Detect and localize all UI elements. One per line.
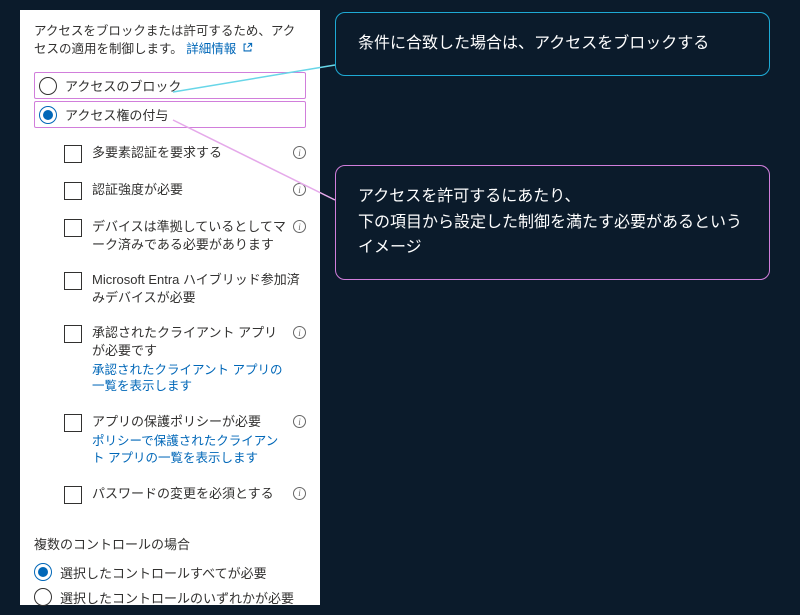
check-label: アプリの保護ポリシーが必要 bbox=[92, 414, 261, 429]
checkbox-icon bbox=[64, 219, 82, 237]
callout-block-text: 条件に合致した場合は、アクセスをブロックする bbox=[358, 31, 747, 57]
protection-policy-link[interactable]: ポリシーで保護されたクライアント アプリの一覧を表示します bbox=[92, 433, 287, 467]
radio-block-access[interactable]: アクセスのブロック bbox=[34, 72, 306, 99]
callout-grant-explain: アクセスを許可するにあたり、 下の項目から設定した制御を満たす必要があるというイ… bbox=[335, 165, 770, 280]
check-require-mfa[interactable]: 多要素認証を要求する i bbox=[64, 144, 306, 163]
radio-icon bbox=[39, 106, 57, 124]
learn-more-link[interactable]: 詳細情報 bbox=[186, 42, 253, 56]
checkbox-icon bbox=[64, 325, 82, 343]
check-password-change[interactable]: パスワードの変更を必須とする i bbox=[64, 485, 306, 504]
radio-require-all[interactable]: 選択したコントロールすべてが必要 bbox=[34, 561, 306, 584]
checkbox-icon bbox=[64, 486, 82, 504]
radio-icon bbox=[34, 588, 52, 606]
multi-heading: 複数のコントロールの場合 bbox=[34, 534, 306, 553]
radio-icon bbox=[34, 563, 52, 581]
check-hybrid-joined[interactable]: Microsoft Entra ハイブリッド参加済みデバイスが必要 bbox=[64, 271, 306, 306]
panel-description: アクセスをブロックまたは許可するため、アクセスの適用を制御します。 詳細情報 bbox=[34, 22, 306, 58]
check-label: 多要素認証を要求する bbox=[92, 145, 222, 160]
check-approved-client[interactable]: 承認されたクライアント アプリが必要です 承認されたクライアント アプリの一覧を… bbox=[64, 324, 306, 395]
check-label: Microsoft Entra ハイブリッド参加済みデバイスが必要 bbox=[92, 272, 300, 305]
check-auth-strength[interactable]: 認証強度が必要 i bbox=[64, 181, 306, 200]
check-label: パスワードの変更を必須とする bbox=[92, 486, 274, 501]
check-label: デバイスは準拠しているとしてマーク済みである必要があります bbox=[92, 219, 286, 252]
info-icon[interactable]: i bbox=[293, 146, 306, 159]
callout-grant-text: アクセスを許可するにあたり、 下の項目から設定した制御を満たす必要があるというイ… bbox=[358, 184, 747, 261]
radio-all-label: 選択したコントロールすべてが必要 bbox=[60, 563, 267, 582]
checkbox-icon bbox=[64, 414, 82, 432]
check-label: 承認されたクライアント アプリが必要です bbox=[92, 325, 277, 358]
radio-block-label: アクセスのブロック bbox=[65, 76, 181, 95]
radio-grant-label: アクセス権の付与 bbox=[65, 105, 168, 124]
multi-controls-section: 複数のコントロールの場合 選択したコントロールすべてが必要 選択したコントロール… bbox=[34, 534, 306, 609]
radio-one-label: 選択したコントロールのいずれかが必要 bbox=[60, 588, 294, 607]
info-icon[interactable]: i bbox=[293, 487, 306, 500]
grant-controls-group: 多要素認証を要求する i 認証強度が必要 i デバイスは準拠しているとしてマーク… bbox=[34, 144, 306, 503]
access-control-panel: アクセスをブロックまたは許可するため、アクセスの適用を制御します。 詳細情報 ア… bbox=[20, 10, 320, 605]
info-icon[interactable]: i bbox=[293, 415, 306, 428]
radio-grant-access[interactable]: アクセス権の付与 bbox=[34, 101, 306, 128]
info-icon[interactable]: i bbox=[293, 220, 306, 233]
checkbox-icon bbox=[64, 182, 82, 200]
panel-description-text: アクセスをブロックまたは許可するため、アクセスの適用を制御します。 bbox=[34, 24, 295, 56]
external-link-icon bbox=[242, 42, 253, 53]
info-icon[interactable]: i bbox=[293, 183, 306, 196]
info-icon[interactable]: i bbox=[293, 326, 306, 339]
check-device-compliant[interactable]: デバイスは準拠しているとしてマーク済みである必要があります i bbox=[64, 218, 306, 253]
approved-clients-link[interactable]: 承認されたクライアント アプリの一覧を表示します bbox=[92, 362, 287, 396]
check-app-protection[interactable]: アプリの保護ポリシーが必要 ポリシーで保護されたクライアント アプリの一覧を表示… bbox=[64, 413, 306, 466]
callout-block-explain: 条件に合致した場合は、アクセスをブロックする bbox=[335, 12, 770, 76]
check-label: 認証強度が必要 bbox=[92, 182, 183, 197]
top-radio-group: アクセスのブロック アクセス権の付与 bbox=[34, 72, 306, 128]
checkbox-icon bbox=[64, 272, 82, 290]
checkbox-icon bbox=[64, 145, 82, 163]
radio-require-one[interactable]: 選択したコントロールのいずれかが必要 bbox=[34, 586, 306, 609]
learn-more-label: 詳細情報 bbox=[186, 42, 236, 56]
radio-icon bbox=[39, 77, 57, 95]
